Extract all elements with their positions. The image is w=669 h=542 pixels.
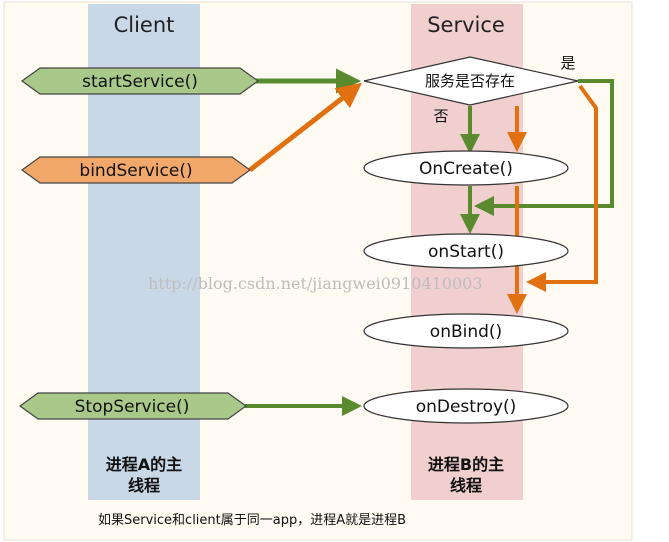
- client-thread-label-line1: 进程A的主: [106, 455, 182, 474]
- watermark-url: http://blog.csdn.net/jiangwei0910410003: [148, 274, 483, 293]
- service-thread-label-line1: 进程B的主: [428, 455, 504, 474]
- client-thread-label-line2: 线程: [128, 476, 160, 495]
- decision-yes-label: 是: [560, 54, 575, 72]
- stop-service-label: StopService(): [75, 397, 190, 417]
- bind-service-label: bindService(): [79, 161, 192, 181]
- onstart-label: onStart(): [428, 242, 504, 262]
- service-thread-label-line2: 线程: [450, 476, 482, 495]
- service-lane-title: Service: [427, 13, 505, 37]
- start-service-label: startService(): [82, 72, 198, 92]
- decision-no-label: 否: [433, 107, 448, 125]
- oncreate-label: OnCreate(): [419, 159, 513, 179]
- service-lifecycle-diagram: Client Service 进程A的主 线程 进程B的主 线程 http://…: [3, 1, 633, 541]
- footer-note: 如果Service和client属于同一app，进程A就是进程B: [98, 512, 406, 528]
- ondestroy-label: onDestroy(): [416, 397, 517, 417]
- onbind-label: onBind(): [430, 322, 502, 342]
- decision-label: 服务是否存在: [425, 72, 515, 90]
- client-lane-title: Client: [114, 13, 175, 37]
